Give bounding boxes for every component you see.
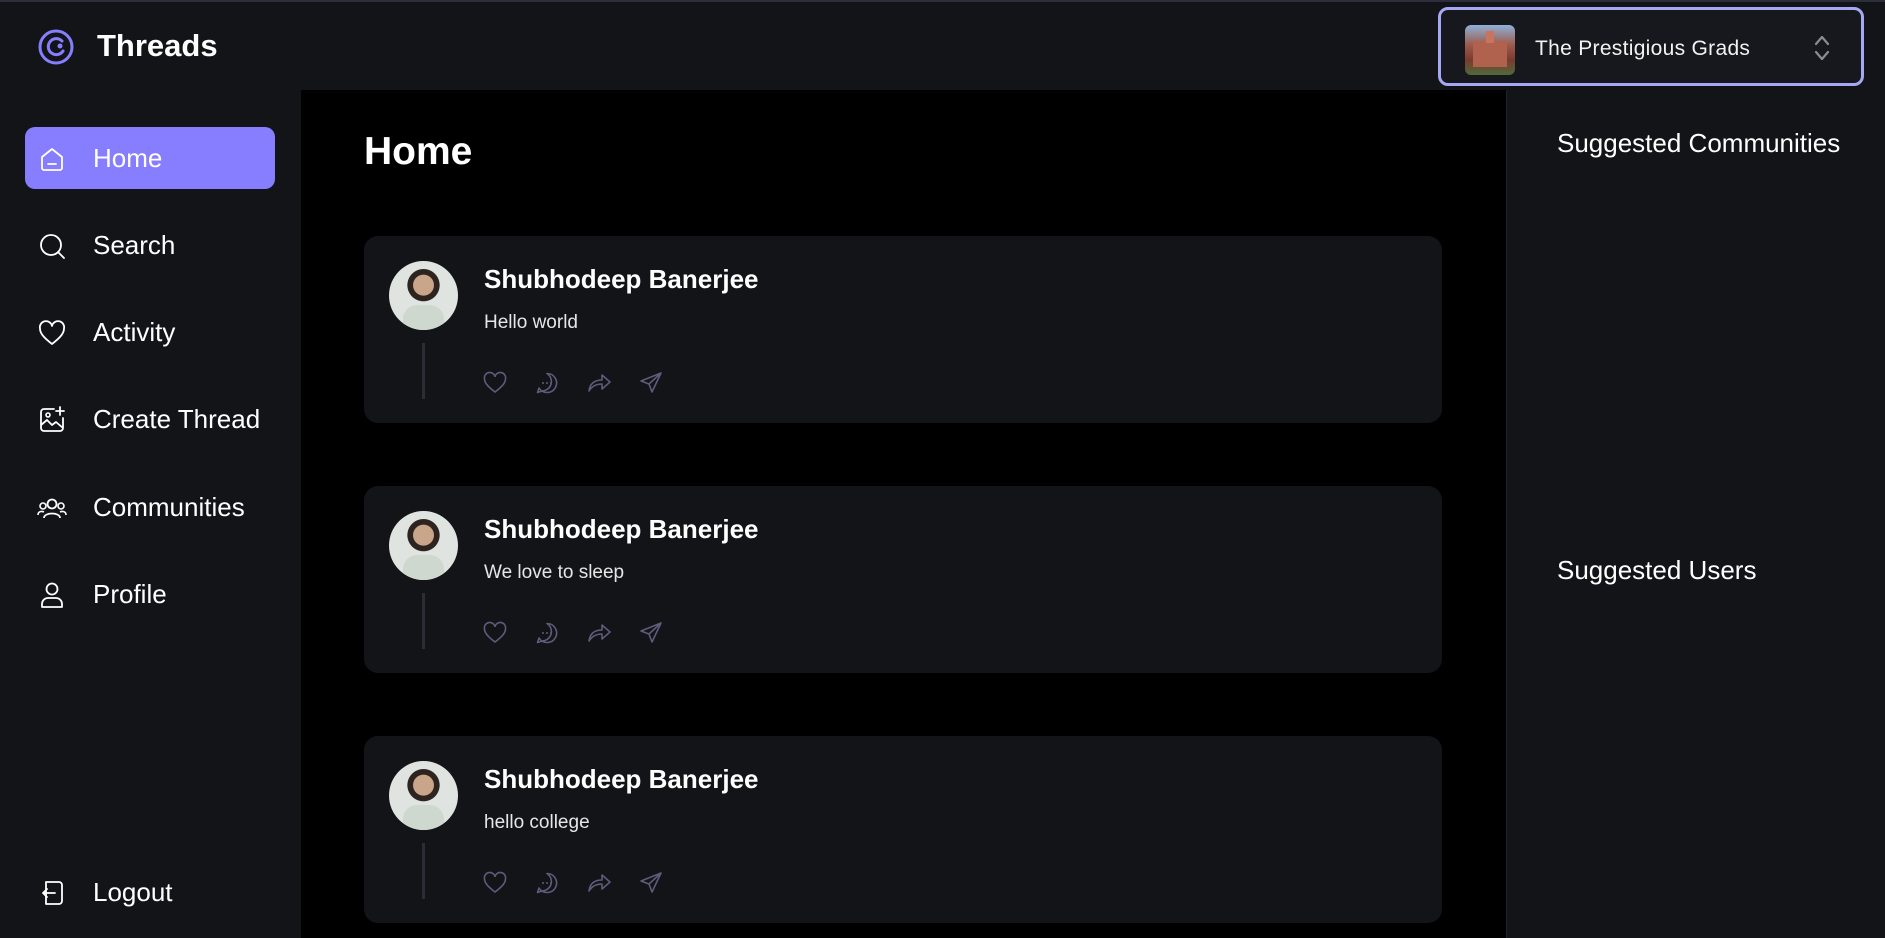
share-icon[interactable] xyxy=(638,370,664,396)
organization-switcher[interactable]: The Prestigious Grads xyxy=(1438,7,1864,86)
logout-label: Logout xyxy=(93,877,173,907)
organization-avatar xyxy=(1465,25,1515,75)
topbar: Threads The Prestigious Grads xyxy=(0,0,1885,90)
heart-icon[interactable] xyxy=(482,870,508,896)
suggested-communities-heading: Suggested Communities xyxy=(1557,128,1841,158)
thread-card[interactable]: Shubhodeep Banerjee hello college xyxy=(364,736,1442,923)
brand-title[interactable]: Threads xyxy=(97,28,218,64)
page-title: Home xyxy=(364,130,473,173)
sidebar-item-label: Communities xyxy=(93,492,245,522)
thread-card[interactable]: Shubhodeep Banerjee We love to sleep xyxy=(364,486,1442,673)
avatar[interactable] xyxy=(389,511,458,580)
heart-icon[interactable] xyxy=(482,370,508,396)
avatar[interactable] xyxy=(389,761,458,830)
sidebar-item-label: Search xyxy=(93,230,176,260)
logout-button[interactable]: Logout xyxy=(25,861,275,923)
sidebar-item-activity[interactable]: Activity xyxy=(25,301,275,363)
repost-icon[interactable] xyxy=(586,620,612,646)
sidebar-item-label: Create Thread xyxy=(93,404,261,434)
reply-icon[interactable] xyxy=(534,870,560,896)
sidebar-item-search[interactable]: Search xyxy=(25,214,275,276)
sidebar-item-communities[interactable]: Communities xyxy=(25,476,275,538)
sidebar-item-label: Home xyxy=(93,143,163,173)
threads-logo-icon[interactable] xyxy=(36,27,76,67)
left-sidebar: Home Search Activity Create Thread Commu… xyxy=(0,90,301,938)
thread-text: hello college xyxy=(484,812,590,833)
sidebar-item-profile[interactable]: Profile xyxy=(25,563,275,625)
thread-line xyxy=(422,593,425,649)
share-icon[interactable] xyxy=(638,620,664,646)
sidebar-item-home[interactable]: Home xyxy=(25,127,275,189)
share-icon[interactable] xyxy=(638,870,664,896)
thread-card[interactable]: Shubhodeep Banerjee Hello world xyxy=(364,236,1442,423)
thread-text: Hello world xyxy=(484,312,578,333)
repost-icon[interactable] xyxy=(586,370,612,396)
sidebar-item-label: Activity xyxy=(93,317,176,347)
home-icon xyxy=(41,148,63,171)
author-name[interactable]: Shubhodeep Banerjee xyxy=(484,514,759,545)
heart-icon xyxy=(39,320,65,345)
search-icon xyxy=(40,234,65,259)
community-icon xyxy=(37,498,67,519)
heart-icon[interactable] xyxy=(482,620,508,646)
thread-line xyxy=(422,843,425,899)
sidebar-item-create-thread[interactable]: Create Thread xyxy=(25,388,275,450)
suggested-users-heading: Suggested Users xyxy=(1557,555,1757,585)
right-sidebar: Suggested Communities Suggested Users xyxy=(1506,90,1885,938)
main-feed: Home Shubhodeep Banerjee Hello world Shu… xyxy=(301,90,1506,938)
logout-icon xyxy=(42,881,63,905)
organization-name: The Prestigious Grads xyxy=(1535,37,1751,60)
chevron-up-down-icon xyxy=(1814,35,1830,61)
thread-text: We love to sleep xyxy=(484,562,625,583)
thread-line xyxy=(422,343,425,399)
repost-icon[interactable] xyxy=(586,870,612,896)
reply-icon[interactable] xyxy=(534,370,560,396)
author-name[interactable]: Shubhodeep Banerjee xyxy=(484,264,759,295)
author-name[interactable]: Shubhodeep Banerjee xyxy=(484,764,759,795)
create-image-icon xyxy=(40,406,65,432)
sidebar-item-label: Profile xyxy=(93,579,167,609)
reply-icon[interactable] xyxy=(534,620,560,646)
user-icon xyxy=(41,582,63,608)
avatar[interactable] xyxy=(389,261,458,330)
